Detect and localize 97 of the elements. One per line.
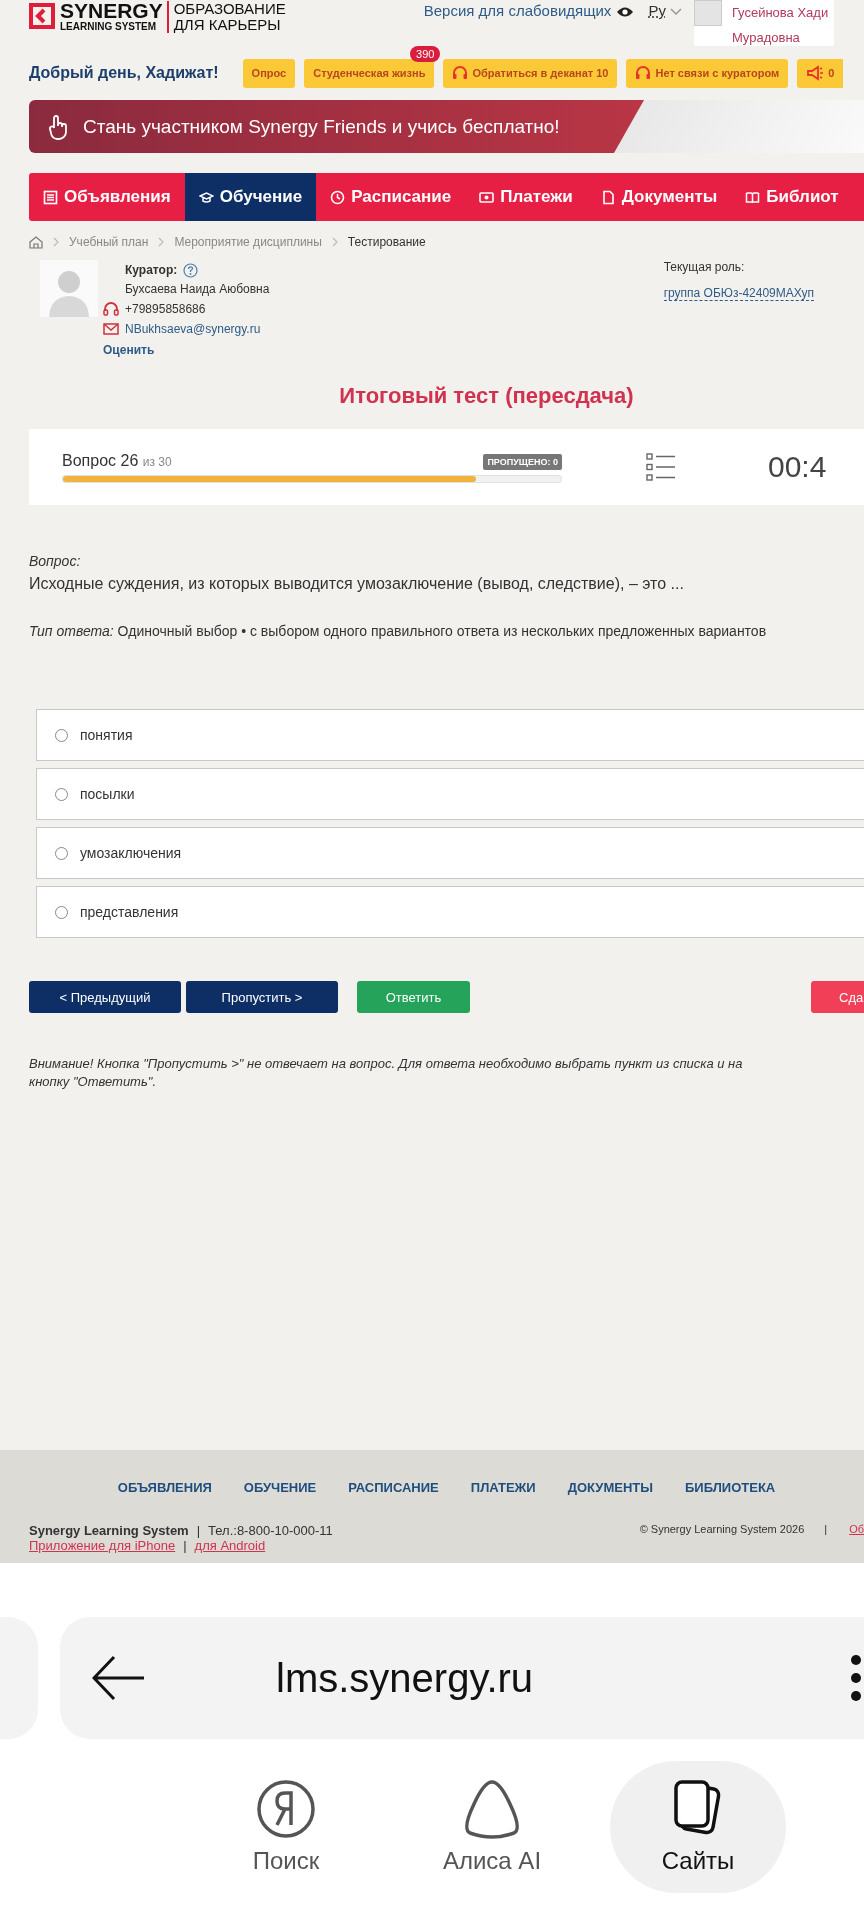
skipped-badge: ПРОПУЩЕНО: 0: [483, 453, 562, 470]
browser-tab[interactable]: Сайты: [610, 1761, 786, 1893]
back-arrow-icon[interactable]: [92, 1655, 146, 1701]
footer-link[interactable]: ДОКУМЕНТЫ: [567, 1480, 653, 1495]
answer-option[interactable]: умозаключения: [36, 827, 864, 879]
logo-text: SYNERGY: [60, 1, 163, 21]
action-button[interactable]: < Предыдущий: [29, 981, 181, 1013]
more-menu-icon[interactable]: [850, 1654, 862, 1702]
phone-number: Тел.:8-800-10-000-11: [208, 1523, 333, 1538]
headset-icon: [452, 65, 469, 81]
home-icon[interactable]: [29, 235, 43, 249]
chevron-icon: [669, 8, 682, 16]
curator-name: Бухсаева Наида Аюбовна: [125, 281, 270, 298]
nav-icon: [600, 189, 616, 205]
headset-icon: [635, 65, 652, 81]
question-label: Вопрос:: [29, 553, 82, 569]
nav-tab[interactable]: Объявления: [29, 173, 185, 221]
footer-link[interactable]: ОБЪЯВЛЕНИЯ: [117, 1480, 212, 1495]
browser-tab[interactable]: Алиса AI: [404, 1761, 580, 1893]
answer-option[interactable]: посылки: [36, 768, 864, 820]
question-list-icon[interactable]: [646, 453, 676, 481]
tagline: ДЛЯ КАРЬЕРЫ: [173, 17, 282, 33]
test-title: Итоговый тест (пересдача): [338, 383, 635, 409]
curator-phone: +79895858686: [125, 302, 206, 316]
footer-link[interactable]: БИБЛИОТЕКА: [685, 1480, 776, 1495]
chevron-icon: [331, 237, 338, 247]
user-name: Гусейнова Хади: [731, 4, 829, 22]
address-bar[interactable]: lms.synergy.ru: [60, 1617, 864, 1739]
breadcrumb-link[interactable]: Тестирование: [347, 235, 426, 249]
nav-tab[interactable]: Расписание: [316, 173, 466, 221]
user-panel[interactable]: Гусейнова Хади Мурадовна: [693, 0, 834, 46]
answer-option[interactable]: понятия: [36, 709, 864, 761]
mail-icon: [103, 323, 119, 335]
role-label: Текущая роль:: [663, 260, 746, 274]
nav-tab[interactable]: Платежи: [465, 173, 587, 221]
nav-icon: [479, 189, 495, 205]
action-button[interactable]: Ответить: [357, 981, 470, 1013]
question-text: Исходные суждения, из которых выводится умозаключение (вывод, следствие), – это ...: [29, 575, 685, 593]
nav-icon: [330, 189, 346, 205]
user-name: Мурадовна: [731, 29, 801, 47]
footer-link[interactable]: ПЛАТЕЖИ: [470, 1480, 536, 1495]
logo-subtext: LEARNING SYSTEM: [60, 21, 158, 33]
app-link[interactable]: Приложение для iPhone: [29, 1538, 176, 1553]
quick-button[interactable]: 0: [797, 58, 844, 88]
logo-icon: [29, 3, 55, 29]
headset-icon: [103, 301, 119, 317]
footer-link[interactable]: РАСПИСАНИЕ: [348, 1480, 439, 1495]
separator: |: [196, 1523, 201, 1538]
company-name: Synergy Learning System: [29, 1523, 189, 1538]
separator: |: [183, 1538, 187, 1553]
question-counter: Вопрос 26 из 30: [62, 451, 172, 470]
copyright: © Synergy Learning System 2026: [639, 1523, 805, 1537]
chevron-icon: [53, 237, 59, 247]
quick-button[interactable]: Опрос: [242, 58, 296, 88]
nav-tab[interactable]: Обучение: [184, 173, 317, 221]
action-button[interactable]: Сда: [811, 981, 864, 1013]
count-badge: 390: [410, 45, 441, 62]
app-link[interactable]: для Android: [194, 1538, 266, 1553]
email-link[interactable]: NBukhsaeva@synergy.ru: [125, 322, 261, 336]
role-link[interactable]: группа ОБЮз-42409МАХуп: [663, 286, 814, 301]
search-logo-icon: [256, 1779, 316, 1839]
nav-tab[interactable]: Библиот: [731, 173, 853, 221]
chevron-icon: [158, 237, 165, 247]
nav-icon: [198, 189, 214, 205]
nav-icon: [43, 189, 58, 205]
footer-link[interactable]: ОБУЧЕНИЕ: [243, 1480, 317, 1495]
banner-text: Стань участником Synergy Friends и учись бесплатно!: [83, 115, 560, 138]
breadcrumb-link[interactable]: Мероприятие дисциплины: [174, 235, 322, 249]
megaphone-icon: [806, 65, 825, 81]
rate-link[interactable]: Оценить: [103, 343, 270, 357]
browser-tab[interactable]: Поиск: [198, 1761, 374, 1893]
help-icon[interactable]: [183, 262, 199, 278]
curator-label: Куратор:: [125, 263, 178, 277]
language-selector[interactable]: Ру: [648, 2, 666, 19]
answer-type: Тип ответа: Одиночный выбор • с выбором одного правильного ответа из нескольких предложенных вариантов: [29, 623, 768, 639]
eye-icon: [616, 6, 635, 18]
quick-button[interactable]: Нет связи с куратором: [626, 58, 789, 88]
accessibility-link[interactable]: Версия для слабовидящих: [423, 2, 612, 19]
triangle-icon: [462, 1779, 522, 1839]
avatar-placeholder: [40, 260, 98, 317]
timer: 00:4: [768, 450, 827, 484]
nav-icon: [745, 189, 761, 205]
separator: |: [824, 1523, 828, 1537]
url-text: lms.synergy.ru: [276, 1655, 534, 1701]
breadcrumb-link[interactable]: Учебный план: [69, 235, 149, 249]
greeting: Добрый день, Хадижат!: [29, 64, 219, 82]
footer-link[interactable]: Об: [849, 1523, 864, 1553]
warning-note: Внимание! Кнопка "Пропустить >" не отвечает на вопрос. Для ответа необходимо выбрать пункт из списка и на кнопку "Ответить".: [29, 1055, 744, 1091]
tagline: ОБРАЗОВАНИЕ: [173, 1, 286, 17]
nav-tab[interactable]: Документы: [586, 173, 732, 221]
promo-banner[interactable]: Стань участником Synergy Friends и учись бесплатно!: [29, 100, 864, 153]
quick-button[interactable]: Студенческая жизнь: [304, 58, 435, 88]
answer-option[interactable]: представления: [36, 886, 864, 938]
action-button[interactable]: Пропустить >: [186, 981, 338, 1013]
avatar-icon: [693, 0, 722, 26]
pointer-hand-icon: [47, 113, 69, 140]
quick-button[interactable]: Обратиться в деканат 10: [443, 58, 618, 88]
